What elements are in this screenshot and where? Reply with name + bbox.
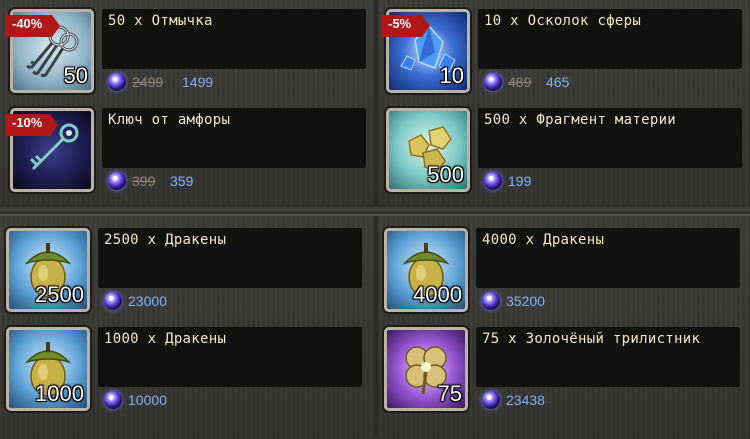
crystal-gem-icon — [484, 172, 502, 190]
crystal-gem-icon — [104, 391, 122, 409]
discount-badge: -40% — [6, 15, 60, 37]
current-price: 465 — [546, 74, 570, 90]
item-title-box: 50 х Отмычка — [102, 9, 366, 69]
item-quantity: 75 — [437, 381, 462, 406]
item-quantity: 50 — [63, 63, 88, 88]
discount-badge: -10% — [6, 114, 60, 136]
shop-item-draken-2500[interactable]: 2500 2500 х Дракены 23000 — [2, 224, 364, 316]
crystal-gem-icon — [484, 73, 502, 91]
shop-item-golden-trefoil[interactable]: 75 75 х Золочёный трилистник 23438 — [380, 323, 742, 415]
item-quantity: 500 — [427, 162, 464, 187]
section-divider — [0, 205, 750, 214]
item-name: 75 х Золочёный трилистник — [482, 331, 701, 347]
item-name: 1000 х Дракены — [104, 331, 227, 347]
item-title-box: 500 х Фрагмент материи — [478, 108, 742, 168]
crystal-gem-icon — [482, 292, 500, 310]
item-name: 10 х Осколок сферы — [484, 13, 642, 29]
shop-item-amphora-key[interactable]: -10% Ключ от амфоры 399 359 — [6, 104, 368, 196]
shop-item-sphere-shard[interactable]: 10 -5% 10 х Осколок сферы 489 465 — [382, 5, 744, 97]
acorn-draken-icon: 4000 — [384, 228, 468, 312]
item-quantity: 4000 — [413, 282, 462, 307]
item-quantity: 2500 — [35, 282, 84, 307]
old-price: 399 — [132, 173, 156, 189]
shop-item-matter-fragment[interactable]: 500 500 х Фрагмент материи 199 — [382, 104, 744, 196]
item-title-box: 1000 х Дракены — [98, 327, 362, 387]
current-price: 10000 — [128, 392, 167, 408]
current-price: 23438 — [506, 392, 545, 408]
item-name: 4000 х Дракены — [482, 232, 605, 248]
item-name: Ключ от амфоры — [108, 112, 231, 128]
golden-trefoil-icon: 75 — [384, 327, 468, 411]
current-price: 23000 — [128, 293, 167, 309]
crystal-gem-icon — [108, 73, 126, 91]
item-name: 50 х Отмычка — [108, 13, 213, 29]
current-price: 35200 — [506, 293, 545, 309]
discount-badge: -5% — [382, 15, 436, 37]
item-quantity: 1000 — [35, 381, 84, 406]
item-title-box: Ключ от амфоры — [102, 108, 366, 168]
crystal-gem-icon — [108, 172, 126, 190]
item-title-box: 4000 х Дракены — [476, 228, 740, 288]
shop-item-draken-1000[interactable]: 1000 1000 х Дракены 10000 — [2, 323, 364, 415]
item-quantity: 10 — [439, 63, 464, 88]
column-divider — [374, 216, 378, 437]
old-price: 489 — [508, 74, 532, 90]
shop-item-draken-4000[interactable]: 4000 4000 х Дракены 35200 — [380, 224, 742, 316]
current-price: 199 — [508, 173, 532, 189]
acorn-draken-icon: 2500 — [6, 228, 90, 312]
shop-item-lockpick[interactable]: 50 -40% 50 х Отмычка 2499 1499 — [6, 5, 368, 97]
old-price: 2499 — [132, 74, 164, 90]
item-title-box: 2500 х Дракены — [98, 228, 362, 288]
matter-fragment-icon: 500 — [386, 108, 470, 192]
crystal-gem-icon — [104, 292, 122, 310]
item-title-box: 75 х Золочёный трилистник — [476, 327, 740, 387]
crystal-gem-icon — [482, 391, 500, 409]
current-price: 1499 — [182, 74, 214, 90]
item-name: 2500 х Дракены — [104, 232, 227, 248]
item-title-box: 10 х Осколок сферы — [478, 9, 742, 69]
column-divider — [374, 0, 378, 205]
current-price: 359 — [170, 173, 194, 189]
acorn-draken-icon: 1000 — [6, 327, 90, 411]
item-name: 500 х Фрагмент материи — [484, 112, 677, 128]
